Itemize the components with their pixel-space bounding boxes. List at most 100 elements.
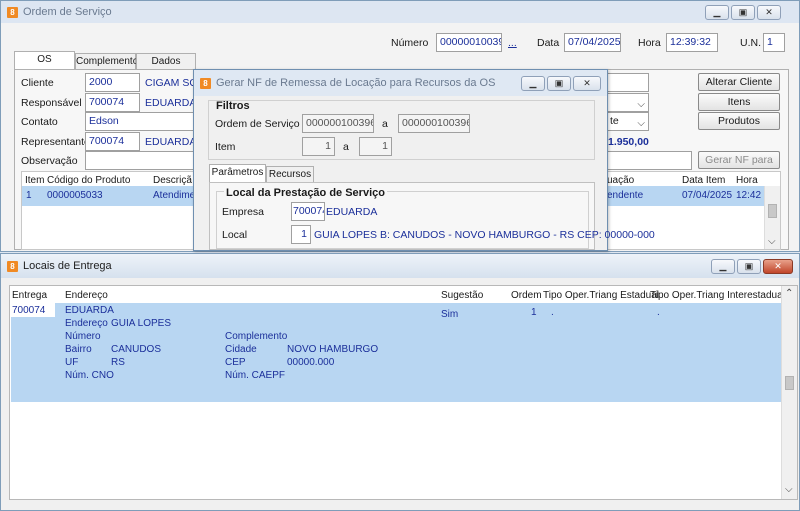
close-icon[interactable]: ✕	[573, 75, 601, 91]
row-cidade-label: Cidade	[225, 344, 257, 355]
row-endereco-label: Endereço	[65, 318, 108, 329]
tab-complemento[interactable]: Complemento	[75, 53, 138, 70]
representante-label: Representante	[21, 136, 90, 148]
row-numero-label: Número	[65, 331, 101, 342]
un-field[interactable]: 1	[763, 33, 785, 52]
locais-window: 8 Locais de Entrega ▁ ▣ ✕ Entrega Endere…	[0, 253, 800, 511]
item-a-label: a	[343, 141, 349, 153]
minimize-icon[interactable]: ▁	[705, 4, 729, 20]
grid-header-descricao[interactable]: Descriçã	[153, 175, 192, 186]
maximize-icon[interactable]: ▣	[547, 75, 571, 91]
header-endereco[interactable]: Endereço	[65, 290, 108, 301]
numero-field[interactable]: 000000100396	[436, 33, 502, 52]
close-icon[interactable]: ✕	[757, 4, 781, 20]
row-cno-label: Núm. CNO	[65, 370, 114, 381]
header-tipo-estadual[interactable]: Tipo Oper.Triang Estadual	[543, 290, 659, 301]
itens-button[interactable]: Itens	[698, 93, 780, 111]
locais-scroll-thumb[interactable]	[785, 376, 794, 390]
numero-lookup-button[interactable]: ...	[508, 37, 517, 49]
local-text: GUIA LOPES B: CANUDOS - NOVO HAMBURGO - …	[314, 229, 655, 241]
header-ordem[interactable]: Ordem	[511, 290, 542, 301]
header-tipo-interestadual[interactable]: Tipo Oper.Triang Interestadual	[650, 290, 785, 301]
un-label: U.N.	[740, 37, 761, 49]
minimize-icon[interactable]: ▁	[711, 258, 735, 274]
minimize-icon[interactable]: ▁	[521, 75, 545, 91]
right-field-obs[interactable]	[606, 151, 692, 170]
locais-titlebar: 8 Locais de Entrega ▁ ▣ ✕	[1, 254, 799, 278]
responsavel-name: EDUARDA	[145, 97, 197, 109]
combo-1[interactable]: ⌵	[606, 93, 649, 112]
ordem-label: Ordem de Serviço	[215, 118, 300, 130]
combo-2[interactable]: te ⌵	[606, 112, 649, 131]
produtos-button[interactable]: Produtos	[698, 112, 780, 130]
chevron-down-icon[interactable]: ⌵	[637, 115, 645, 130]
representante-code-field[interactable]: 700074	[85, 132, 140, 151]
grid-header-hora[interactable]: Hora	[736, 175, 758, 186]
row-uf: RS	[111, 357, 125, 368]
ordem-to-field[interactable]: 000000100396	[398, 114, 470, 133]
row-tipo-interestadual: .	[657, 307, 660, 318]
ordem-from-field[interactable]: 000000100396	[302, 114, 374, 133]
contato-label: Contato	[21, 116, 58, 128]
item-from-field[interactable]: 1	[302, 137, 335, 156]
header-sugestao[interactable]: Sugestão	[441, 290, 483, 301]
scroll-up-icon[interactable]: ⌃	[785, 288, 793, 299]
tab-os[interactable]: OS	[14, 51, 75, 70]
item-label: Item	[215, 141, 236, 153]
gerar-nf-button[interactable]: Gerar NF para OS	[698, 151, 780, 182]
row-tipo-estadual: .	[551, 307, 554, 318]
grid-scroll-thumb[interactable]	[768, 204, 777, 218]
grid-header-situacao[interactable]: uação	[607, 175, 634, 186]
header-entrega[interactable]: Entrega	[12, 290, 47, 301]
grid-cell-codigo: 0000005033	[47, 190, 103, 201]
row-bairro-label: Bairro	[65, 344, 92, 355]
row-cidade: NOVO HAMBURGO	[287, 344, 379, 355]
grid-header-item[interactable]: Item	[25, 175, 44, 186]
tab-parametros[interactable]: Parâmetros	[209, 164, 266, 183]
locais-scrollbar[interactable]: ⌃ ⌵	[781, 286, 797, 499]
tab-dados-cliente[interactable]: Dados Cliente	[136, 53, 196, 83]
maximize-icon[interactable]: ▣	[731, 4, 755, 20]
chevron-down-icon[interactable]: ⌵	[637, 96, 645, 111]
grid-cell-data-item: 07/04/2025	[682, 190, 733, 201]
empresa-code-field[interactable]: 700074	[291, 202, 325, 221]
row-caepf-label: Núm. CAEPF	[225, 370, 286, 381]
data-field[interactable]: 07/04/2025	[564, 33, 621, 52]
grid-cell-hora: 12:42	[736, 190, 762, 201]
right-field-top[interactable]	[606, 73, 649, 92]
responsavel-label: Responsável	[21, 97, 82, 109]
cliente-code-field[interactable]: 2000	[85, 73, 140, 92]
hora-label: Hora	[638, 37, 661, 49]
item-to-field[interactable]: 1	[359, 137, 392, 156]
grid-scrollbar[interactable]: ⌵	[764, 186, 780, 249]
nf-dialog-titlebar: 8 Gerar NF de Remessa de Locação para Re…	[194, 70, 607, 96]
local-code-field[interactable]: 1	[291, 225, 311, 244]
hora-field[interactable]: 12:39:32	[666, 33, 718, 52]
ordem-a-label: a	[382, 118, 388, 130]
grid-header-data-item[interactable]: Data Item	[682, 175, 725, 186]
app-icon: 8	[7, 260, 18, 272]
nf-dialog: 8 Gerar NF de Remessa de Locação para Re…	[193, 69, 655, 251]
maximize-icon[interactable]: ▣	[737, 258, 761, 274]
cliente-label: Cliente	[21, 77, 54, 89]
scroll-down-icon[interactable]: ⌵	[785, 484, 793, 495]
row-ordem: 1	[531, 307, 537, 318]
contato-field[interactable]: Edson	[85, 112, 195, 131]
row-complemento-label: Complemento	[225, 331, 288, 342]
total-value: 1.950,00	[608, 136, 649, 148]
data-label: Data	[537, 37, 560, 49]
local-group-title: Local da Prestação de Serviço	[224, 187, 387, 199]
grid-cell-situacao: endente	[607, 190, 644, 201]
observacao-field[interactable]	[85, 151, 195, 170]
scroll-down-icon[interactable]: ⌵	[768, 236, 776, 247]
app-icon: 8	[7, 6, 18, 18]
alterar-cliente-button[interactable]: Alterar Cliente	[698, 73, 780, 91]
row-cep: 00000.000	[287, 357, 335, 368]
responsavel-code-field[interactable]: 700074	[85, 93, 140, 112]
locais-window-title: Locais de Entrega	[23, 260, 112, 272]
grid-header-codigo[interactable]: Código do Produto	[47, 175, 130, 186]
grid-cell-item: 1	[26, 190, 32, 201]
tab-recursos[interactable]: Recursos	[266, 166, 314, 183]
observacao-label: Observação	[21, 155, 78, 167]
close-icon[interactable]: ✕	[763, 258, 793, 274]
